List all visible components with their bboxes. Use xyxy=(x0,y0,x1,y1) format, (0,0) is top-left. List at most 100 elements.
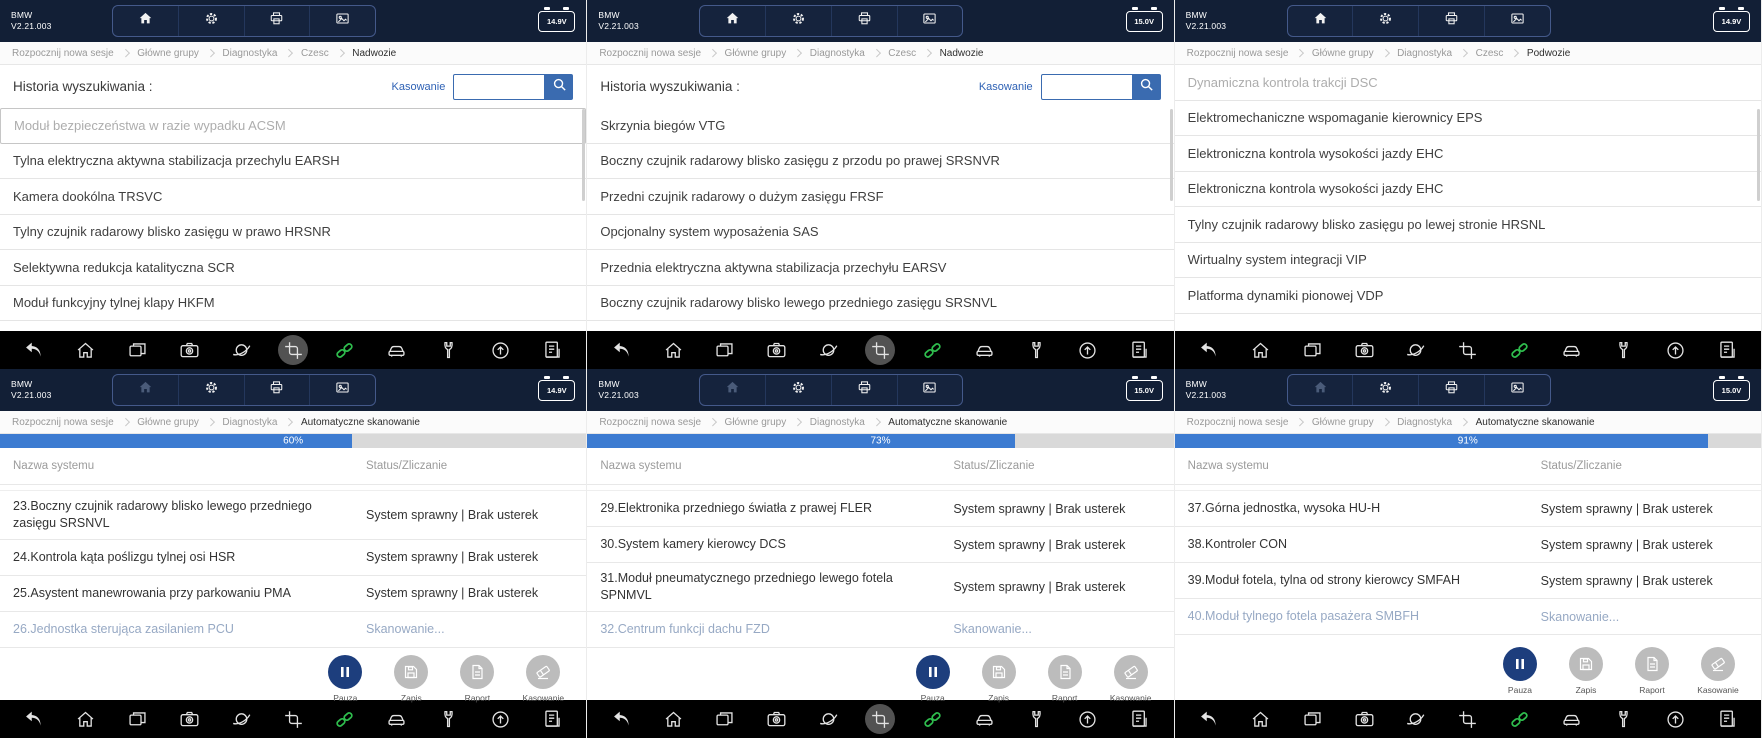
gallery-nav-button[interactable] xyxy=(898,6,963,36)
breadcrumb-item[interactable]: Czesc xyxy=(888,48,939,59)
breadcrumb-item[interactable]: Główne grupy xyxy=(1312,48,1397,59)
breadcrumb-item[interactable]: Czesc xyxy=(301,48,352,59)
crop-icon[interactable] xyxy=(861,703,899,735)
breadcrumb-item[interactable]: Diagnostyka xyxy=(810,417,889,428)
clean-icon[interactable] xyxy=(810,703,848,735)
print-nav-button[interactable] xyxy=(832,375,898,405)
scan-result-row[interactable]: 39.Moduł fotela, tylna od strony kierowc… xyxy=(1174,563,1761,599)
back-icon[interactable] xyxy=(15,334,53,366)
gallery-nav-button[interactable] xyxy=(1485,375,1550,405)
print-nav-button[interactable] xyxy=(832,6,898,36)
link-icon[interactable] xyxy=(1501,334,1539,366)
clean-icon[interactable] xyxy=(1397,703,1435,735)
recent-apps-icon[interactable] xyxy=(1293,703,1331,735)
back-icon[interactable] xyxy=(602,334,640,366)
erase-button[interactable]: Kasowanie xyxy=(1691,647,1745,695)
system-list-item[interactable]: Selektywna redukcja katalityczna SCR xyxy=(0,250,587,286)
scrollbar[interactable] xyxy=(1756,109,1760,201)
breadcrumb-item[interactable]: Nadwozie xyxy=(940,48,984,59)
tools-icon[interactable] xyxy=(430,334,468,366)
system-list-item[interactable]: Platforma dynamiki pionowej VDP xyxy=(1174,278,1761,314)
screenshot-icon[interactable] xyxy=(1345,703,1383,735)
save-button[interactable]: Zapis xyxy=(1559,647,1613,695)
tools-icon[interactable] xyxy=(430,703,468,735)
crop-icon[interactable] xyxy=(861,334,899,366)
search-button[interactable] xyxy=(545,73,574,100)
system-list-item[interactable]: Dynamiczna kontrola trakcji DSC xyxy=(1174,65,1761,101)
scan-result-row[interactable]: 31.Moduł pneumatycznego przedniego leweg… xyxy=(587,563,1174,612)
system-list-item[interactable]: Elektroniczna kontrola wysokości jazdy E… xyxy=(1174,136,1761,172)
pause-button[interactable]: Pauza xyxy=(318,654,372,703)
settings-nav-button[interactable] xyxy=(766,375,832,405)
tools-icon[interactable] xyxy=(1017,334,1055,366)
breadcrumb-item[interactable]: Rozpocznij nowa sesje xyxy=(1187,48,1312,59)
system-list-item[interactable]: Tylna elektryczna aktywna stabilizacja p… xyxy=(0,144,587,179)
link-icon[interactable] xyxy=(326,703,364,735)
recent-apps-icon[interactable] xyxy=(119,334,157,366)
system-list-item[interactable]: Przednia elektryczna aktywna stabilizacj… xyxy=(587,250,1174,286)
scrollbar[interactable] xyxy=(1169,109,1173,201)
breadcrumb-item[interactable]: Diagnostyka xyxy=(1397,48,1476,59)
scan-result-row[interactable]: 38.Kontroler CON System sprawny | Brak u… xyxy=(1174,527,1761,563)
vehicle-icon[interactable] xyxy=(378,334,416,366)
breadcrumb-item[interactable]: Rozpocznij nowa sesje xyxy=(599,417,724,428)
print-nav-button[interactable] xyxy=(245,6,311,36)
report-button[interactable]: Raport xyxy=(1625,647,1679,695)
system-list-item[interactable]: Skrzynia biegów VTG xyxy=(587,108,1174,144)
breadcrumb-item[interactable]: Automatyczne skanowanie xyxy=(1476,417,1595,428)
settings-nav-button[interactable] xyxy=(766,6,832,36)
screenshot-icon[interactable] xyxy=(758,334,796,366)
breadcrumb-item[interactable]: Główne grupy xyxy=(137,48,222,59)
report-icon[interactable] xyxy=(1708,703,1746,735)
tools-icon[interactable] xyxy=(1017,703,1055,735)
home-nav-button[interactable] xyxy=(700,6,767,36)
settings-nav-button[interactable] xyxy=(1353,6,1420,36)
clean-icon[interactable] xyxy=(222,703,260,735)
breadcrumb-item[interactable]: Nadwozie xyxy=(352,48,396,59)
screenshot-icon[interactable] xyxy=(758,703,796,735)
link-icon[interactable] xyxy=(913,703,951,735)
breadcrumb-item[interactable]: Główne grupy xyxy=(1312,417,1397,428)
home-nav-button[interactable] xyxy=(700,375,767,405)
link-icon[interactable] xyxy=(326,334,364,366)
gallery-nav-button[interactable] xyxy=(898,375,963,405)
breadcrumb-item[interactable]: Automatyczne skanowanie xyxy=(888,417,1007,428)
pause-button[interactable]: Pauza xyxy=(1493,647,1547,695)
vehicle-icon[interactable] xyxy=(378,703,416,735)
recent-apps-icon[interactable] xyxy=(1293,334,1331,366)
breadcrumb-item[interactable]: Rozpocznij nowa sesje xyxy=(1187,417,1312,428)
home-icon[interactable] xyxy=(1241,703,1279,735)
system-list-item[interactable]: Opcjonalny system wyposażenia SAS xyxy=(587,215,1174,250)
system-list-item[interactable]: Tylny czujnik radarowy blisko zasięgu po… xyxy=(1174,207,1761,243)
system-list-item[interactable]: Wirtualny system integracji VIP xyxy=(1174,243,1761,278)
home-nav-button[interactable] xyxy=(1288,375,1354,405)
report-button[interactable]: Raport xyxy=(450,654,504,703)
breadcrumb-item[interactable]: Rozpocznij nowa sesje xyxy=(12,48,137,59)
crop-icon[interactable] xyxy=(1449,334,1487,366)
scan-result-row[interactable]: 26.Jednostka sterująca zasilaniem PCU Sk… xyxy=(0,612,587,648)
save-button[interactable]: Zapis xyxy=(384,654,438,703)
save-button[interactable]: Zapis xyxy=(972,654,1026,703)
search-button[interactable] xyxy=(1132,73,1161,100)
scrollbar[interactable] xyxy=(582,109,586,201)
back-icon[interactable] xyxy=(1190,334,1228,366)
screenshot-icon[interactable] xyxy=(170,703,208,735)
back-icon[interactable] xyxy=(15,703,53,735)
update-icon[interactable] xyxy=(1069,334,1107,366)
scan-result-row[interactable]: 25.Asystent manewrowania przy parkowaniu… xyxy=(0,576,587,612)
home-icon[interactable] xyxy=(654,703,692,735)
scan-result-row[interactable]: 23.Boczny czujnik radarowy blisko lewego… xyxy=(0,491,587,540)
clear-history-button[interactable]: Kasowanie xyxy=(979,81,1033,93)
crop-icon[interactable] xyxy=(274,703,312,735)
update-icon[interactable] xyxy=(1656,334,1694,366)
link-icon[interactable] xyxy=(1501,703,1539,735)
scan-result-row[interactable]: 32.Centrum funkcji dachu FZD Skanowanie.… xyxy=(587,612,1174,648)
clear-history-button[interactable]: Kasowanie xyxy=(392,81,446,93)
breadcrumb-item[interactable]: Główne grupy xyxy=(137,417,222,428)
report-icon[interactable] xyxy=(1121,334,1159,366)
scan-result-row[interactable]: 30.System kamery kierowcy DCS System spr… xyxy=(587,527,1174,563)
vehicle-icon[interactable] xyxy=(1552,703,1590,735)
scan-result-row[interactable]: 29.Elektronika przedniego światła z praw… xyxy=(587,491,1174,527)
screenshot-icon[interactable] xyxy=(170,334,208,366)
print-nav-button[interactable] xyxy=(245,375,311,405)
